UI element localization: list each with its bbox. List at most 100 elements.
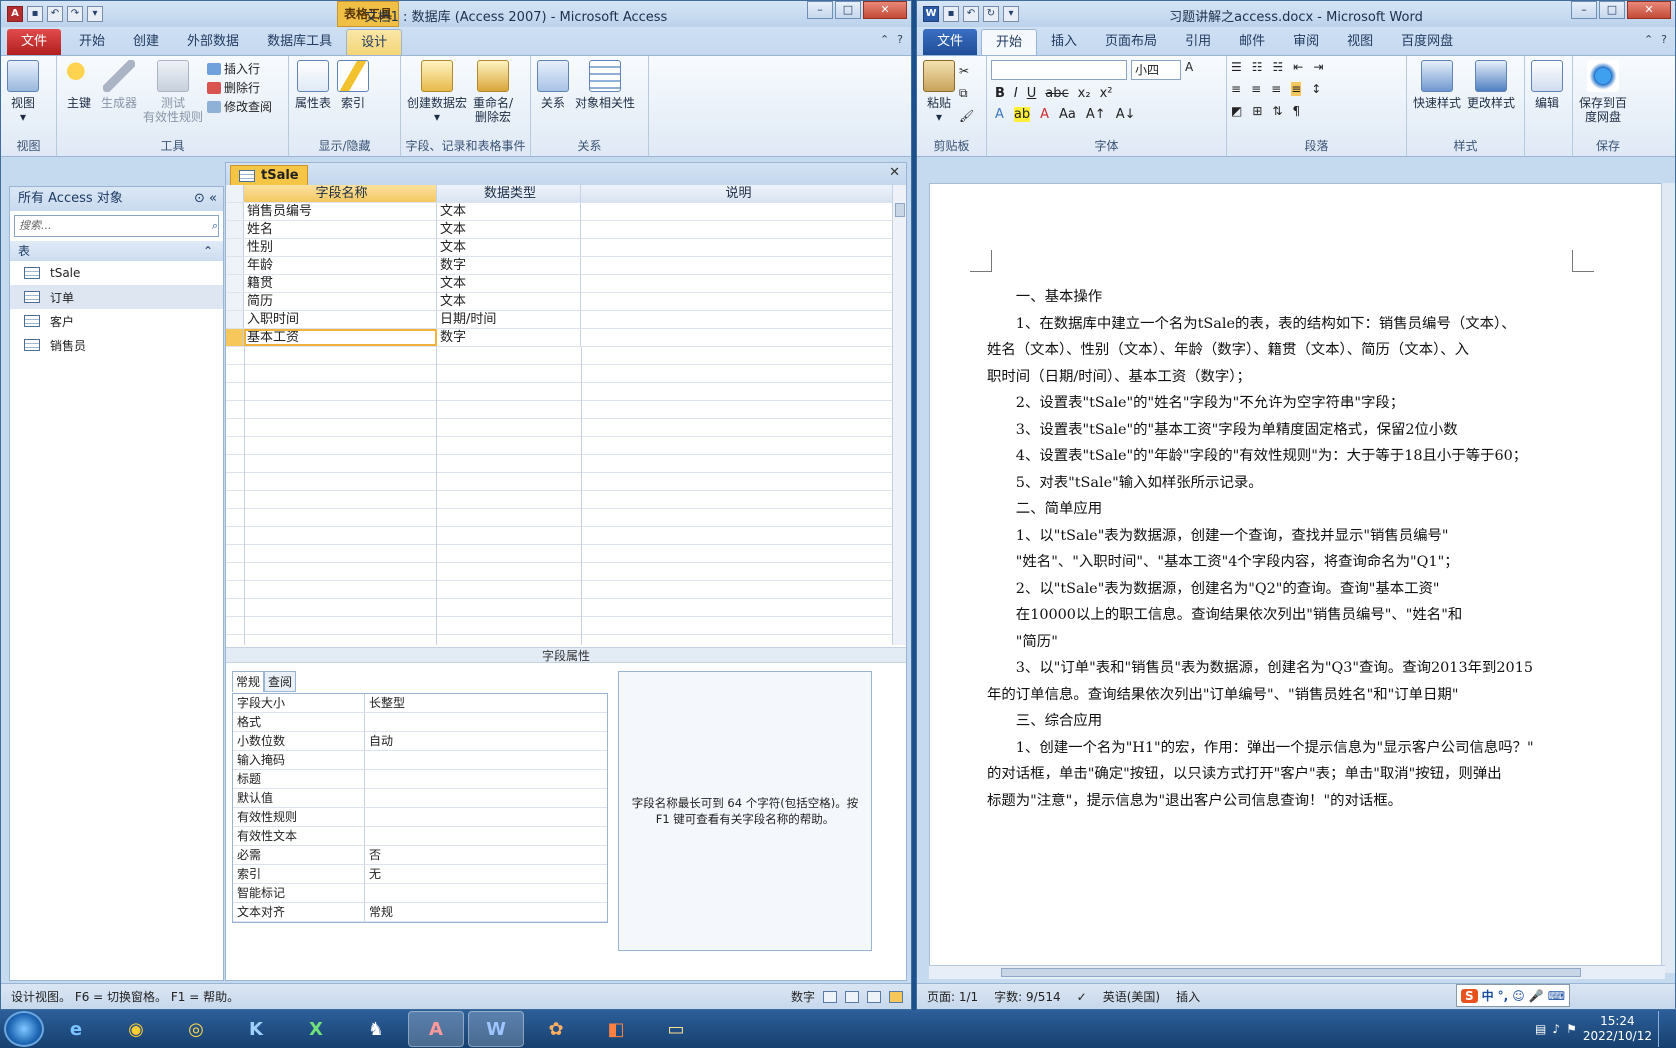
tab-baidu-netdisk[interactable]: 百度网盘 [1387, 29, 1467, 55]
k-app-icon[interactable]: K [228, 1011, 284, 1047]
increase-indent-icon[interactable]: ⇥ [1313, 60, 1323, 74]
empty-grid-rows[interactable] [226, 347, 894, 645]
highlight-icon[interactable]: ab [1013, 107, 1031, 122]
chevron-up-icon[interactable]: ⌃ [203, 241, 213, 261]
start-button[interactable] [4, 1011, 44, 1047]
grow-font-size-icon[interactable]: A↑ [1086, 107, 1106, 122]
table-row[interactable]: 籍贯 文本 [226, 275, 894, 293]
paste-button[interactable]: 粘贴 ▾ [921, 60, 957, 138]
tab-design[interactable]: 设计 [346, 29, 403, 55]
modify-lookups-button[interactable]: 修改查阅 [207, 98, 272, 115]
change-case-icon[interactable]: Aa [1059, 107, 1076, 122]
change-styles-button[interactable]: 更改样式 [1465, 60, 1517, 138]
delete-row-button[interactable]: 删除行 [207, 79, 272, 96]
nav-item-salespeople[interactable]: 销售员 [10, 333, 223, 357]
tab-home[interactable]: 开始 [981, 29, 1038, 55]
data-type-cell[interactable]: 日期/时间 [437, 311, 581, 328]
nav-search-input[interactable]: 搜索... ⌕ [14, 215, 219, 237]
recorder-icon[interactable]: ✿ [528, 1011, 584, 1047]
search-icon[interactable]: ⌕ [212, 216, 218, 236]
table-row[interactable]: 销售员编号 文本 [226, 203, 894, 221]
browser-icon[interactable]: ◉ [108, 1011, 164, 1047]
description-cell[interactable] [581, 275, 894, 292]
save-to-baidu-button[interactable]: 保存到百 度网盘 [1577, 60, 1629, 138]
font-name-select[interactable] [991, 60, 1127, 80]
save-icon[interactable]: ▪ [27, 6, 43, 22]
borders-icon[interactable]: ⊞ [1252, 104, 1262, 118]
property-row[interactable]: 字段大小 长整型 [233, 694, 607, 713]
excel-icon[interactable]: X [288, 1011, 344, 1047]
tab-home[interactable]: 开始 [65, 29, 119, 55]
create-data-macro-button[interactable]: 创建数据宏 ▾ [405, 60, 469, 138]
data-type-cell[interactable]: 文本 [437, 275, 581, 292]
close-button[interactable]: ✕ [1627, 1, 1671, 19]
ime-mode[interactable]: 中 [1482, 987, 1494, 1004]
superscript-icon[interactable]: x² [1100, 86, 1113, 101]
tab-external-data[interactable]: 外部数据 [173, 29, 253, 55]
word-count[interactable]: 字数: 9/514 [994, 984, 1060, 1009]
object-dependencies-button[interactable]: 对象相关性 [573, 60, 637, 138]
tab-insert[interactable]: 插入 [1037, 29, 1091, 55]
property-row[interactable]: 默认值 [233, 789, 607, 808]
data-type-cell[interactable]: 数字 [437, 329, 581, 346]
editing-button[interactable]: 编辑 [1529, 60, 1565, 138]
nav-header[interactable]: 所有 Access 对象 ⊙ « [10, 187, 223, 211]
table-row[interactable]: 入职时间 日期/时间 [226, 311, 894, 329]
bold-icon[interactable]: B [995, 86, 1005, 101]
copy-icon[interactable]: ⧉ [959, 86, 974, 101]
tab-view[interactable]: 视图 [1333, 29, 1387, 55]
font-size-select[interactable]: 小四 [1131, 60, 1181, 80]
justify-icon[interactable]: ≡ [1291, 82, 1302, 96]
close-button[interactable]: ✕ [863, 1, 907, 19]
grow-font-icon[interactable]: A [1185, 60, 1193, 80]
subscript-icon[interactable]: x₂ [1078, 86, 1091, 101]
description-cell[interactable] [581, 311, 894, 328]
format-painter-icon[interactable]: 🖌 [959, 109, 974, 123]
table-row[interactable]: 简历 文本 [226, 293, 894, 311]
clock[interactable]: 15:24 2022/10/12 [1583, 1014, 1652, 1044]
numbering-icon[interactable]: ☷ [1252, 60, 1263, 74]
customize-qat-icon[interactable]: ▾ [1003, 6, 1019, 22]
nav-collapse-icon[interactable]: ⊙ « [194, 187, 217, 211]
undo-icon[interactable]: ↶ [963, 6, 979, 22]
rename-delete-macro-button[interactable]: 重命名/ 删除宏 [471, 60, 515, 138]
access-app-icon[interactable]: A [7, 6, 23, 22]
field-name-cell[interactable]: 籍贯 [244, 275, 437, 292]
strikethrough-icon[interactable]: abc [1045, 86, 1068, 101]
language-indicator[interactable]: 英语(美国) [1103, 984, 1160, 1009]
field-name-cell[interactable]: 基本工资 [244, 329, 437, 346]
property-row[interactable]: 标题 [233, 770, 607, 789]
tab-file[interactable]: 文件 [923, 29, 978, 55]
field-name-cell[interactable]: 性别 [244, 239, 437, 256]
multilevel-list-icon[interactable]: ☵ [1273, 60, 1284, 74]
volume-icon[interactable]: ♪ [1552, 1022, 1560, 1036]
relationships-button[interactable]: 关系 [535, 60, 571, 138]
description-cell[interactable] [581, 257, 894, 274]
flag-icon[interactable]: ⚑ [1566, 1022, 1577, 1036]
property-row[interactable]: 有效性文本 [233, 827, 607, 846]
minimize-button[interactable]: – [807, 1, 833, 19]
property-row[interactable]: 有效性规则 [233, 808, 607, 827]
vertical-scrollbar[interactable] [1661, 183, 1675, 973]
maximize-button[interactable]: □ [1599, 1, 1625, 19]
nav-item-customers[interactable]: 客户 [10, 309, 223, 333]
description-cell[interactable] [581, 329, 894, 346]
redo-icon[interactable]: ↻ [983, 6, 999, 22]
pivot-chart-view-icon[interactable] [867, 990, 881, 1003]
minimize-button[interactable]: – [1571, 1, 1597, 19]
description-cell[interactable] [581, 221, 894, 238]
data-type-cell[interactable]: 文本 [437, 203, 581, 220]
grid-vertical-scrollbar[interactable] [892, 185, 906, 645]
emoji-icon[interactable]: ☺ [1512, 989, 1525, 1003]
property-row[interactable]: 必需否 [233, 846, 607, 865]
shading-icon[interactable]: ◩ [1231, 104, 1242, 118]
shrink-font-icon[interactable]: A↓ [1116, 107, 1136, 122]
sogou-icon[interactable]: S [1461, 988, 1478, 1003]
center-icon[interactable]: ≡ [1251, 82, 1261, 96]
property-row[interactable]: 小数位数 自动 [233, 732, 607, 751]
insert-row-button[interactable]: 插入行 [207, 60, 272, 77]
property-row[interactable]: 文本对齐 常规 [233, 903, 607, 922]
insert-mode-indicator[interactable]: 插入 [1176, 984, 1200, 1009]
close-icon[interactable]: ✕ [889, 165, 900, 180]
bullets-icon[interactable]: ☰ [1231, 60, 1242, 74]
